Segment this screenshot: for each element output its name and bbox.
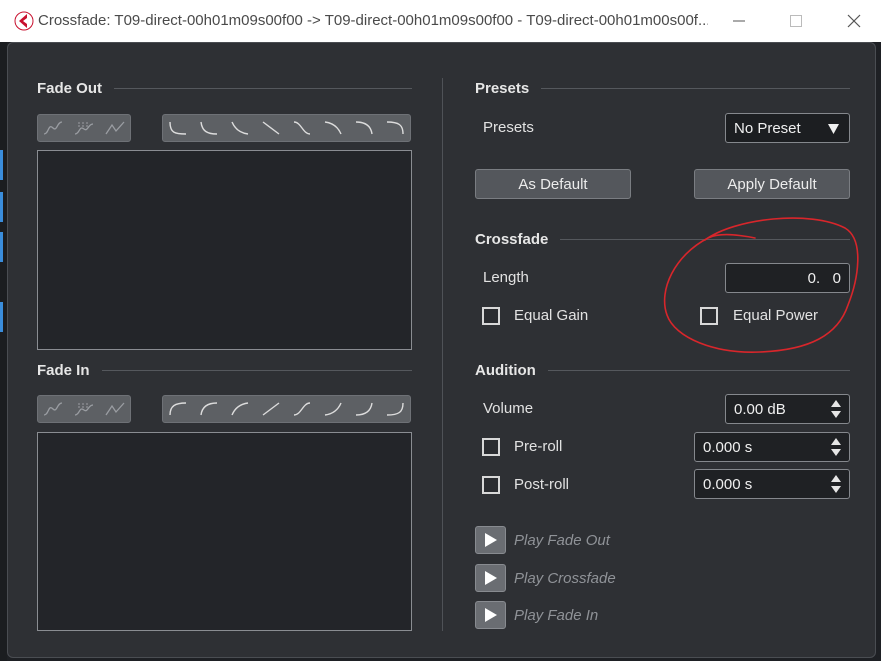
fade-in-title: Fade In — [37, 362, 90, 379]
crossfade-title: Crossfade — [475, 231, 549, 248]
curve-7-icon[interactable] — [348, 115, 379, 141]
volume-field[interactable]: 0.00 dB — [725, 394, 850, 424]
play-fade-in-label: Play Fade In — [514, 607, 599, 624]
postroll-label: Post-roll — [514, 476, 570, 493]
play-fade-out-label: Play Fade Out — [514, 532, 610, 549]
as-default-button[interactable]: As Default — [475, 169, 631, 199]
preroll-field[interactable]: 0.000 s — [694, 432, 850, 462]
volume-value: 0.00 dB — [734, 400, 786, 418]
minimize-icon — [733, 20, 745, 22]
presets-section: Presets — [475, 80, 850, 97]
damped-spline-icon[interactable] — [69, 115, 100, 141]
play-fade-in-button[interactable] — [475, 601, 506, 629]
damped-spline-icon[interactable] — [69, 396, 100, 422]
fade-out-curve-group — [162, 114, 411, 142]
curve-1-icon[interactable] — [163, 115, 194, 141]
curve-7-icon[interactable] — [348, 396, 379, 422]
fade-in-shape-group — [37, 395, 131, 423]
spline-icon[interactable] — [38, 396, 69, 422]
background-window-strip — [0, 42, 7, 661]
annotation-circle — [663, 217, 859, 353]
maximize-icon — [790, 15, 802, 27]
preroll-label: Pre-roll — [514, 438, 563, 455]
spinner-icon[interactable] — [831, 438, 841, 456]
curve-4-icon[interactable] — [256, 396, 287, 422]
curve-1-icon[interactable] — [163, 396, 194, 422]
fade-out-display[interactable] — [37, 150, 412, 350]
maximize-button[interactable] — [781, 8, 811, 34]
fade-in-display[interactable] — [37, 432, 412, 631]
apply-default-button[interactable]: Apply Default — [694, 169, 850, 199]
curve-3-icon[interactable] — [225, 115, 256, 141]
curve-5-icon[interactable] — [287, 115, 318, 141]
postroll-field[interactable]: 0.000 s — [694, 469, 850, 499]
equal-gain-checkbox[interactable] — [482, 307, 500, 325]
fade-out-title: Fade Out — [37, 80, 103, 97]
close-button[interactable] — [839, 8, 869, 34]
presets-title: Presets — [475, 80, 530, 97]
preroll-checkbox[interactable] — [482, 438, 500, 456]
curve-2-icon[interactable] — [194, 115, 225, 141]
spline-icon[interactable] — [38, 115, 69, 141]
dropdown-arrow-icon — [828, 124, 839, 134]
postroll-value: 0.000 s — [703, 475, 753, 493]
curve-4-icon[interactable] — [256, 115, 287, 141]
preset-select[interactable]: No Preset — [725, 113, 850, 143]
spinner-icon[interactable] — [831, 400, 841, 418]
fade-in-section: Fade In — [37, 362, 412, 379]
fade-out-shape-group — [37, 114, 131, 142]
minimize-button[interactable] — [724, 8, 754, 34]
play-crossfade-button[interactable] — [475, 564, 506, 592]
play-crossfade-label: Play Crossfade — [514, 570, 616, 587]
volume-label: Volume — [483, 400, 534, 417]
curve-6-icon[interactable] — [317, 115, 348, 141]
close-icon — [847, 14, 861, 28]
curve-2-icon[interactable] — [194, 396, 225, 422]
fade-out-section: Fade Out — [37, 80, 412, 97]
play-icon — [484, 571, 497, 585]
title-bar: Crossfade: T09-direct-00h01m09s00f00 -> … — [0, 0, 881, 42]
app-logo-icon — [14, 11, 34, 31]
linear-icon[interactable] — [99, 396, 130, 422]
play-icon — [484, 608, 497, 622]
curve-3-icon[interactable] — [225, 396, 256, 422]
curve-8-icon[interactable] — [379, 396, 410, 422]
play-fade-out-button[interactable] — [475, 526, 506, 554]
curve-5-icon[interactable] — [287, 396, 318, 422]
spinner-icon[interactable] — [831, 475, 841, 493]
linear-icon[interactable] — [99, 115, 130, 141]
equal-gain-label: Equal Gain — [514, 307, 589, 324]
curve-8-icon[interactable] — [379, 115, 410, 141]
preset-selected-value: No Preset — [734, 119, 801, 137]
postroll-checkbox[interactable] — [482, 476, 500, 494]
fade-in-curve-group — [162, 395, 411, 423]
play-icon — [484, 533, 497, 547]
length-label: Length — [483, 269, 529, 286]
presets-label: Presets — [483, 119, 534, 136]
audition-section: Audition — [475, 362, 850, 379]
window-title: Crossfade: T09-direct-00h01m09s00f00 -> … — [38, 12, 708, 29]
preroll-value: 0.000 s — [703, 438, 753, 456]
column-divider — [442, 78, 443, 631]
curve-6-icon[interactable] — [317, 396, 348, 422]
audition-title: Audition — [475, 362, 536, 379]
